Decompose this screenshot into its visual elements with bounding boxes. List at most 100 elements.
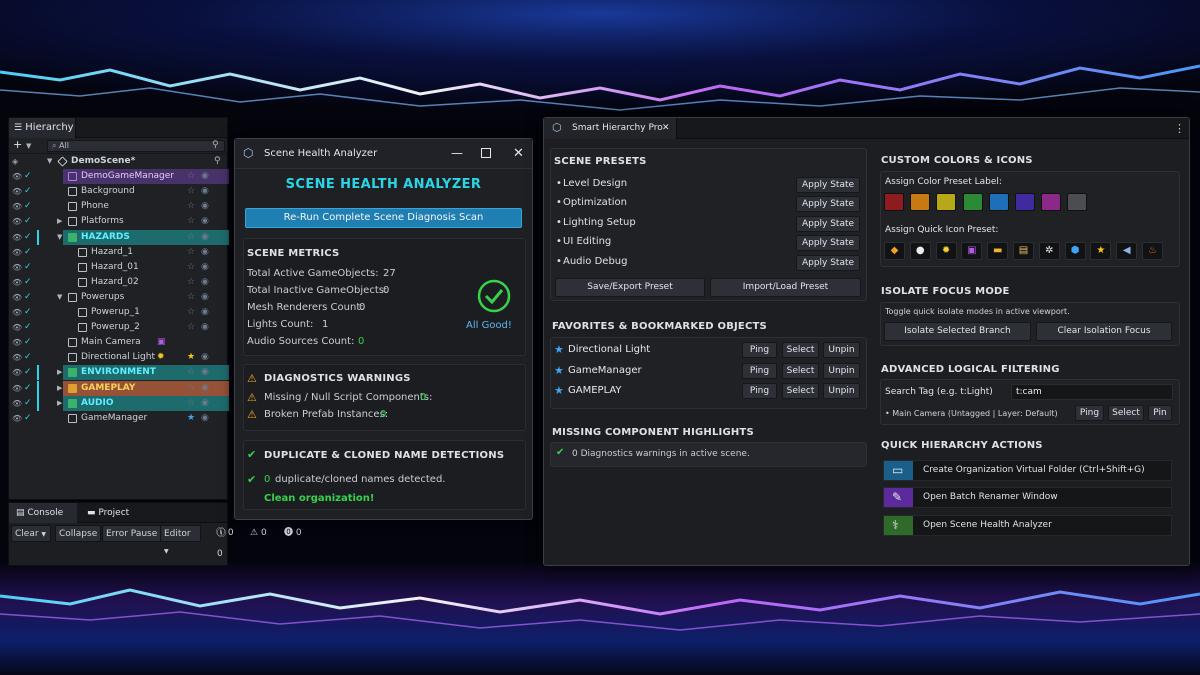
- hierarchy-row[interactable]: 👁 ✓ Background ☆ ◉: [9, 184, 228, 199]
- star-icon[interactable]: ★: [187, 350, 195, 365]
- favorite-ping-button[interactable]: Ping: [742, 342, 777, 358]
- color-swatch[interactable]: [1067, 193, 1088, 211]
- visibility-icon[interactable]: 👁: [12, 411, 22, 426]
- visibility-icon[interactable]: 👁: [12, 184, 22, 199]
- enabled-check-icon[interactable]: ✓: [24, 169, 32, 184]
- favorite-ping-button[interactable]: Ping: [742, 383, 777, 399]
- apply-state-button[interactable]: Apply State: [796, 215, 860, 232]
- quick-action-button[interactable]: ✎ Open Batch Renamer Window: [883, 487, 1172, 509]
- hierarchy-row[interactable]: 👁 ✓ ▶ Platforms ☆ ◉: [9, 214, 228, 229]
- enabled-check-icon[interactable]: ✓: [24, 350, 32, 365]
- eye-icon[interactable]: ◉: [201, 230, 209, 245]
- minimize-icon[interactable]: —: [451, 139, 463, 167]
- star-outline-icon[interactable]: ☆: [187, 320, 195, 335]
- eye-icon[interactable]: ◉: [201, 290, 209, 305]
- eye-icon[interactable]: ◉: [201, 381, 209, 396]
- visibility-icon[interactable]: 👁: [12, 305, 22, 320]
- enabled-check-icon[interactable]: ✓: [24, 335, 32, 350]
- eye-icon[interactable]: ◉: [201, 320, 209, 335]
- expand-arrow-icon[interactable]: ▶: [57, 214, 62, 229]
- color-swatch[interactable]: [1015, 193, 1035, 211]
- visibility-icon[interactable]: 👁: [12, 230, 22, 245]
- visibility-icon[interactable]: 👁: [12, 335, 22, 350]
- star-outline-icon[interactable]: ☆: [187, 184, 195, 199]
- rerun-scan-button[interactable]: Re-Run Complete Scene Diagnosis Scan: [245, 208, 522, 228]
- folder-icon[interactable]: ▬: [987, 242, 1009, 260]
- enabled-check-icon[interactable]: ✓: [24, 199, 32, 214]
- enabled-check-icon[interactable]: ✓: [24, 214, 32, 229]
- eye-icon[interactable]: ◉: [201, 275, 209, 290]
- script-icon[interactable]: ▤: [1013, 242, 1034, 260]
- color-swatch[interactable]: [1041, 193, 1062, 211]
- color-swatch[interactable]: [962, 193, 983, 211]
- enabled-check-icon[interactable]: ✓: [24, 184, 32, 199]
- star-outline-icon[interactable]: ☆: [187, 381, 195, 396]
- tab-project[interactable]: ▬ Project: [85, 503, 129, 523]
- person-icon[interactable]: ⚲: [214, 154, 221, 169]
- fire-icon[interactable]: ♨: [1142, 242, 1163, 260]
- enabled-check-icon[interactable]: ✓: [24, 245, 32, 260]
- quick-action-button[interactable]: ⚕ Open Scene Health Analyzer: [883, 514, 1172, 536]
- result-ping-button[interactable]: Ping: [1075, 405, 1104, 421]
- visibility-icon[interactable]: 👁: [12, 199, 22, 214]
- prefab-icon[interactable]: ⬢: [1064, 242, 1086, 260]
- eye-icon[interactable]: ◉: [201, 305, 209, 320]
- info-counter[interactable]: ⓘ 0: [216, 523, 234, 543]
- enabled-check-icon[interactable]: ✓: [24, 275, 32, 290]
- hierarchy-row[interactable]: 👁 ✓ GameManager ★ ◉: [9, 411, 228, 426]
- hierarchy-row[interactable]: ◈ ▼ DemoScene* ⚲: [9, 154, 228, 169]
- hierarchy-row[interactable]: 👁 ✓ Directional Light ★ ◉ ✹: [9, 350, 228, 365]
- quick-action-button[interactable]: ▭ Create Organization Virtual Folder (Ctr…: [883, 460, 1172, 481]
- hierarchy-row[interactable]: 👁 ✓ Hazard_1 ☆ ◉: [9, 245, 228, 260]
- enabled-check-icon[interactable]: ✓: [24, 381, 32, 396]
- error-counter[interactable]: ⓿ 0: [284, 523, 302, 543]
- eye-icon[interactable]: ◉: [201, 184, 209, 199]
- star-outline-icon[interactable]: ☆: [187, 290, 195, 305]
- favorite-unpin-button[interactable]: Unpin: [823, 383, 860, 399]
- camera-icon[interactable]: ▣: [961, 242, 983, 260]
- star-outline-icon[interactable]: ☆: [187, 214, 195, 229]
- enabled-check-icon[interactable]: ✓: [24, 365, 32, 380]
- star-outline-icon[interactable]: ☆: [187, 305, 195, 320]
- tab-hierarchy[interactable]: ☰ Hierarchy: [9, 118, 76, 138]
- visibility-icon[interactable]: 👁: [12, 290, 22, 305]
- star-outline-icon[interactable]: ☆: [187, 275, 195, 290]
- color-swatch[interactable]: [910, 193, 931, 211]
- favorite-select-button[interactable]: Select: [782, 342, 819, 358]
- star-icon[interactable]: ★: [1090, 242, 1112, 260]
- favorite-select-button[interactable]: Select: [782, 383, 819, 399]
- audio-icon[interactable]: ◀: [1116, 242, 1138, 260]
- result-pin-button[interactable]: Pin: [1148, 405, 1172, 421]
- filter-icon[interactable]: ⚲: [212, 138, 219, 153]
- hierarchy-row[interactable]: 👁 ✓ Main Camera ▣: [9, 335, 228, 350]
- favorite-unpin-button[interactable]: Unpin: [823, 362, 860, 379]
- search-tag-input[interactable]: t:cam: [1011, 384, 1173, 400]
- isolate-branch-button[interactable]: Isolate Selected Branch: [884, 322, 1031, 341]
- clear-dropdown[interactable]: Clear ▼: [11, 525, 51, 542]
- apply-state-button[interactable]: Apply State: [796, 196, 860, 213]
- expand-arrow-icon[interactable]: ▶: [57, 381, 62, 396]
- star-outline-icon[interactable]: ☆: [187, 260, 195, 275]
- clear-isolation-button[interactable]: Clear Isolation Focus: [1036, 322, 1172, 341]
- visibility-icon[interactable]: 👁: [12, 350, 22, 365]
- eye-icon[interactable]: ◉: [201, 199, 209, 214]
- visibility-icon[interactable]: 👁: [12, 245, 22, 260]
- hierarchy-row[interactable]: 👁 ✓ ▼ HAZARDS ☆ ◉: [9, 229, 229, 245]
- visibility-icon[interactable]: 👁: [12, 169, 22, 184]
- enabled-check-icon[interactable]: ✓: [24, 305, 32, 320]
- eye-icon[interactable]: ◉: [201, 214, 209, 229]
- star-outline-icon[interactable]: ☆: [187, 245, 195, 260]
- apply-state-button[interactable]: Apply State: [796, 254, 860, 271]
- more-options-icon[interactable]: ⋮: [1174, 118, 1185, 139]
- editor-dropdown[interactable]: Editor ▼: [160, 525, 201, 555]
- error-pause-button[interactable]: Error Pause: [102, 525, 162, 542]
- eye-icon[interactable]: ◉: [201, 245, 209, 260]
- apply-state-button[interactable]: Apply State: [796, 177, 860, 193]
- hierarchy-row[interactable]: 👁 ✓ Hazard_01 ☆ ◉: [9, 260, 228, 275]
- warning-counter[interactable]: ⚠ 0: [250, 523, 267, 543]
- expand-arrow-icon[interactable]: ▶: [57, 365, 62, 380]
- close-icon[interactable]: ✕: [513, 139, 524, 169]
- close-icon[interactable]: ✕: [662, 118, 670, 139]
- apply-state-button[interactable]: Apply State: [796, 235, 860, 252]
- collapse-button[interactable]: Collapse: [55, 525, 102, 542]
